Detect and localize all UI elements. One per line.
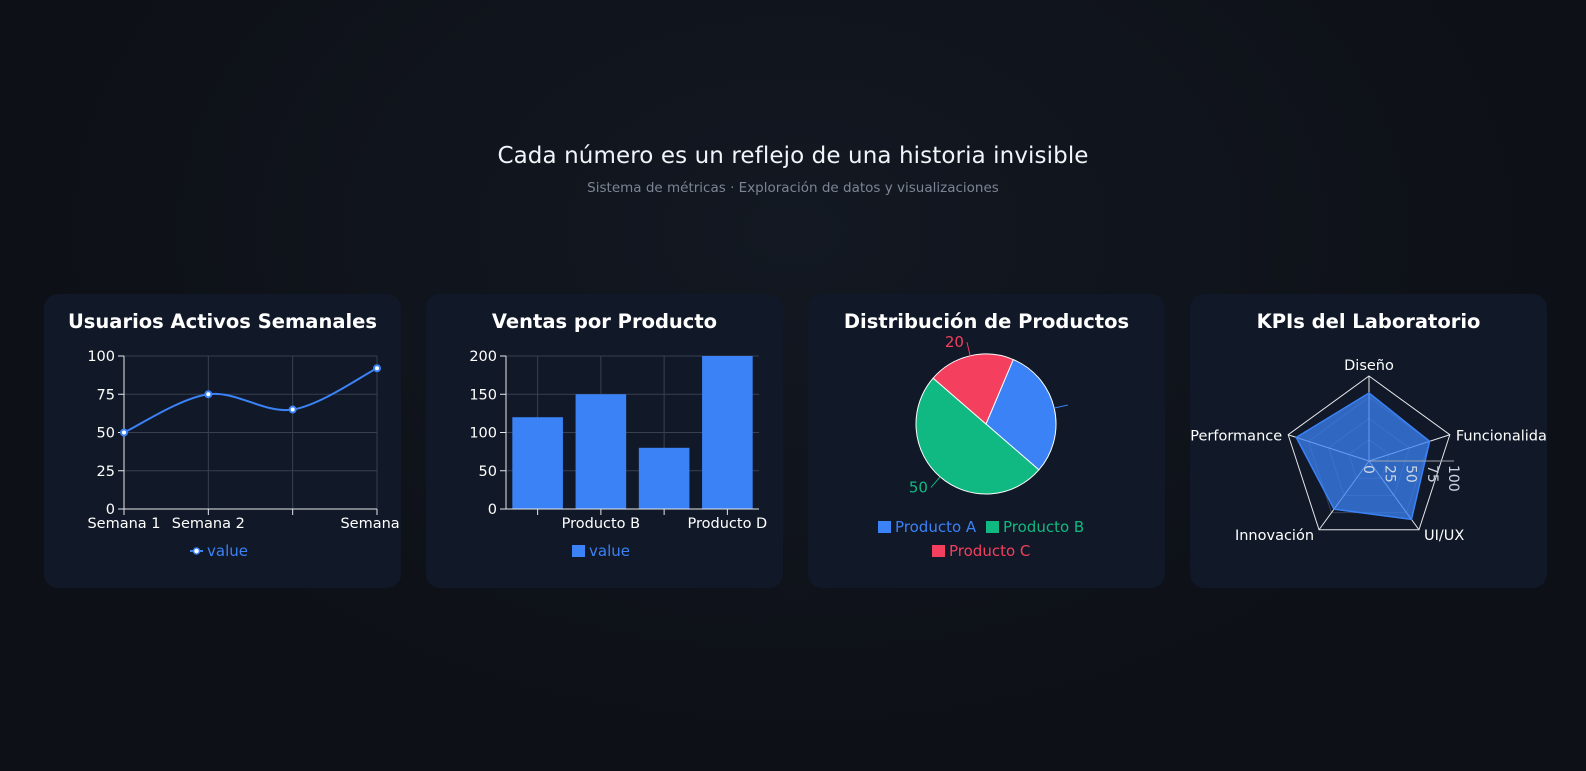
- radar-chart-card: KPIs del Laboratorio 0 25 50 75 100 Diseño Fun…: [1190, 294, 1547, 588]
- legend-label: value: [207, 542, 248, 560]
- data-point: [204, 390, 213, 399]
- radar-axis-label: Performance: [1190, 429, 1282, 445]
- radial-tick-label: 25: [1381, 465, 1397, 483]
- dashboard-page: Cada número es un reflejo de una histori…: [0, 0, 1586, 771]
- y-tick-label: 100: [469, 426, 497, 442]
- x-tick-label: Semana 1: [87, 516, 160, 532]
- legend-label: Producto C: [949, 542, 1030, 560]
- bar: [638, 447, 690, 509]
- y-tick-label: 25: [97, 464, 115, 480]
- line-chart-card: Usuarios Activos Semanales 0 25 50 75 100 Sem…: [44, 294, 401, 588]
- legend-swatch: [986, 521, 999, 533]
- bar: [575, 394, 627, 509]
- slice-data-label: 50: [909, 478, 928, 496]
- legend-marker: [192, 547, 201, 555]
- legend-swatch: [878, 521, 891, 533]
- y-tick-label: 200: [469, 349, 497, 365]
- legend-label: Producto B: [1003, 518, 1084, 536]
- y-tick-label: 50: [479, 464, 497, 480]
- radial-tick-label: 0: [1360, 465, 1376, 474]
- data-point: [373, 364, 381, 373]
- series-line: [123, 367, 378, 434]
- y-tick-label: 100: [87, 349, 115, 365]
- slice-label-line: [1054, 404, 1068, 409]
- radial-tick-label: 75: [1424, 465, 1440, 483]
- page-title: Cada número es un reflejo de una histori…: [497, 143, 1089, 169]
- bar: [702, 356, 753, 509]
- radar-axis-label: Funcionalidad: [1456, 429, 1547, 445]
- slice-label-line: [930, 476, 941, 488]
- line-chart: 0255075100Semana 1Semana 2Semana 4value: [87, 349, 401, 560]
- x-tick-label: Producto D: [688, 516, 768, 532]
- bar: [512, 417, 563, 509]
- y-tick-label: 0: [488, 502, 497, 518]
- radar-axis-label: Innovación: [1235, 528, 1314, 544]
- bar-chart-card: Ventas por Producto 0 50 100 150 200 Producto…: [426, 294, 783, 588]
- legend-label: value: [589, 542, 630, 560]
- y-tick-label: 50: [97, 426, 115, 442]
- legend-label: Producto A: [895, 518, 977, 536]
- radar-series-area: [1295, 392, 1431, 521]
- slice-label-line: [966, 342, 971, 356]
- data-point: [288, 405, 297, 414]
- y-tick-label: 75: [97, 387, 115, 403]
- x-tick-label: Semana 4: [340, 516, 401, 532]
- radial-tick-label: 100: [1445, 465, 1461, 492]
- x-tick-label: Producto B: [562, 516, 640, 532]
- page-subtitle: Sistema de métricas · Exploración de dat…: [587, 180, 999, 196]
- pie-chart: 50 20 Producto A Producto B Producto C: [878, 333, 1084, 560]
- radar-chart: 0 25 50 75 100 Diseño Funcionalidad UI/UX Innova…: [1190, 358, 1547, 544]
- legend-swatch: [932, 545, 945, 557]
- x-tick-label: Semana 2: [172, 516, 245, 532]
- pie-chart-card: Distribución de Productos 50 20 Producto A…: [808, 294, 1165, 588]
- bar-chart: 0 50 100 150 200 Producto B Producto D value: [469, 349, 768, 560]
- radar-axis-label: Diseño: [1344, 358, 1394, 374]
- radial-tick-label: 50: [1403, 465, 1419, 483]
- data-point: [120, 428, 128, 437]
- radar-axis-label: UI/UX: [1424, 528, 1464, 544]
- page-header: Cada número es un reflejo de una histori…: [0, 143, 1586, 196]
- slice-data-label: 20: [945, 333, 964, 351]
- y-tick-label: 150: [469, 387, 497, 403]
- legend-swatch: [572, 545, 585, 557]
